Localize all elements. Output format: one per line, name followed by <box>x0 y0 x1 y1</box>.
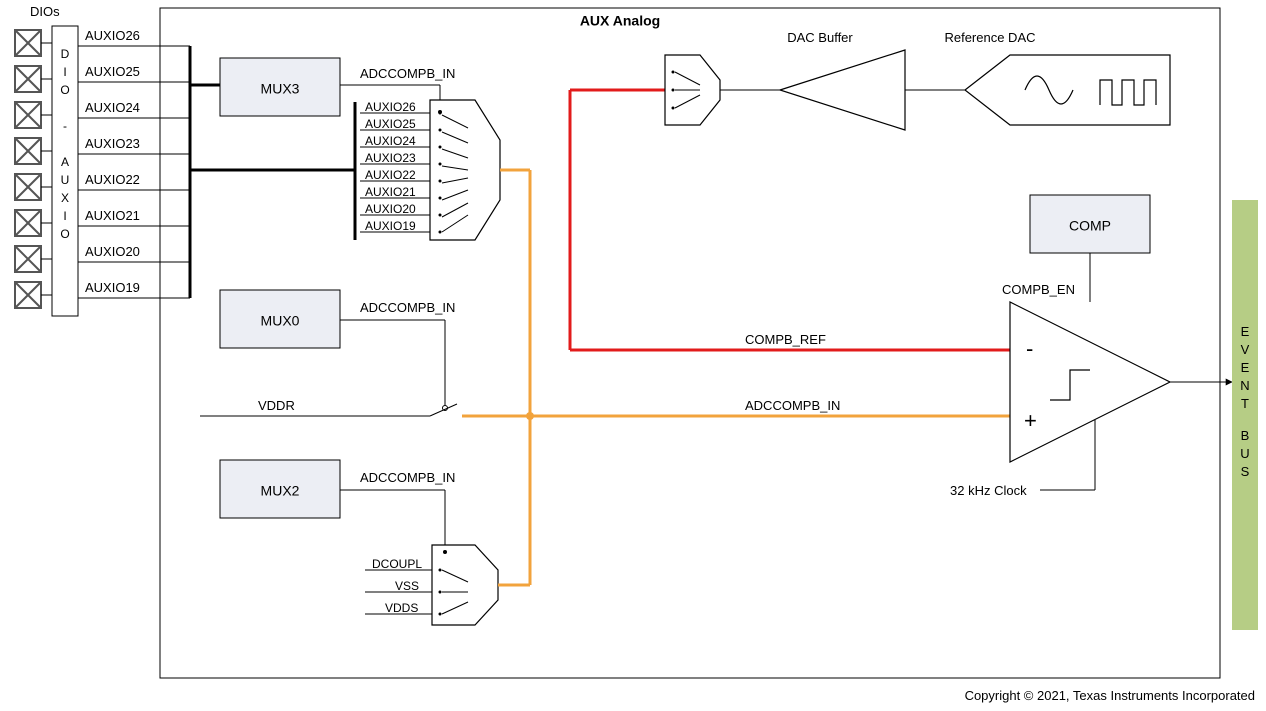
dac-buffer-icon <box>780 50 905 130</box>
adccompb-in-net-label: ADCCOMPB_IN <box>745 398 840 413</box>
svg-text:T: T <box>1241 396 1249 411</box>
svg-text:U: U <box>61 173 70 187</box>
svg-text:AUXIO20: AUXIO20 <box>85 244 140 259</box>
svg-text:AUXIO24: AUXIO24 <box>365 134 416 148</box>
svg-text:O: O <box>60 227 69 241</box>
svg-text:+: + <box>1024 408 1037 433</box>
svg-text:N: N <box>1240 378 1249 393</box>
svg-text:E: E <box>1241 360 1250 375</box>
dio-pads <box>15 30 41 308</box>
dac-buffer-label: DAC Buffer <box>787 30 853 45</box>
vddr-label: VDDR <box>258 398 295 413</box>
aux-analog-diagram: DIOs <box>0 0 1266 711</box>
mux3-label: MUX3 <box>261 81 300 97</box>
dios-label: DIOs <box>30 4 60 19</box>
svg-text:AUXIO19: AUXIO19 <box>365 219 416 233</box>
mux0-net-label: ADCCOMPB_IN <box>360 300 455 315</box>
svg-text:AUXIO25: AUXIO25 <box>365 117 416 131</box>
svg-text:AUXIO24: AUXIO24 <box>85 100 140 115</box>
reference-dac-label: Reference DAC <box>944 30 1035 45</box>
svg-text:AUXIO23: AUXIO23 <box>365 151 416 165</box>
comparator: - + <box>1010 302 1170 462</box>
compb-ref-net <box>570 90 1010 350</box>
svg-text:I: I <box>63 65 66 79</box>
svg-text:X: X <box>61 191 69 205</box>
svg-text:V: V <box>1241 342 1250 357</box>
event-bus <box>1232 200 1258 630</box>
svg-text:-: - <box>63 119 67 133</box>
big-mux: AUXIO26 AUXIO25 AUXIO24 AUXIO23 AUXIO22 … <box>360 100 500 240</box>
svg-text:VDDS: VDDS <box>385 601 418 615</box>
svg-text:AUXIO23: AUXIO23 <box>85 136 140 151</box>
compb-ref-label: COMPB_REF <box>745 332 826 347</box>
svg-text:-: - <box>1026 336 1033 361</box>
copyright-text: Copyright © 2021, Texas Instruments Inco… <box>965 688 1255 703</box>
dac-mux <box>665 55 720 125</box>
mux2-label: MUX2 <box>261 483 300 499</box>
svg-text:S: S <box>1241 464 1250 479</box>
svg-text:AUXIO25: AUXIO25 <box>85 64 140 79</box>
svg-text:AUXIO26: AUXIO26 <box>365 100 416 114</box>
event-bus-label: E V E N T B U S <box>1240 324 1249 479</box>
aux-analog-title: AUX Analog <box>580 13 660 29</box>
svg-text:A: A <box>61 155 69 169</box>
svg-text:AUXIO22: AUXIO22 <box>365 168 416 182</box>
adccompb-in-net <box>498 170 1010 585</box>
svg-text:B: B <box>1241 428 1250 443</box>
svg-text:E: E <box>1241 324 1250 339</box>
svg-text:D: D <box>61 47 70 61</box>
svg-text:AUXIO21: AUXIO21 <box>365 185 416 199</box>
reference-dac-icon <box>965 55 1170 125</box>
auxio-net-labels: AUXIO26 AUXIO25 AUXIO24 AUXIO23 AUXIO22 … <box>85 28 140 295</box>
svg-text:AUXIO19: AUXIO19 <box>85 280 140 295</box>
svg-text:O: O <box>60 83 69 97</box>
comp-label: COMP <box>1069 218 1111 234</box>
svg-text:AUXIO22: AUXIO22 <box>85 172 140 187</box>
mux2-trapezoid: DCOUPL VSS VDDS <box>365 545 498 625</box>
mux3-net-label: ADCCOMPB_IN <box>360 66 455 81</box>
mux2-net-label: ADCCOMPB_IN <box>360 470 455 485</box>
compb-en-label: COMPB_EN <box>1002 282 1075 297</box>
svg-text:AUXIO26: AUXIO26 <box>85 28 140 43</box>
svg-text:DCOUPL: DCOUPL <box>372 557 422 571</box>
svg-text:AUXIO20: AUXIO20 <box>365 202 416 216</box>
svg-text:AUXIO21: AUXIO21 <box>85 208 140 223</box>
clk-label: 32 kHz Clock <box>950 483 1027 498</box>
svg-text:VSS: VSS <box>395 579 419 593</box>
svg-text:I: I <box>63 209 66 223</box>
mux0-label: MUX0 <box>261 313 300 329</box>
svg-text:U: U <box>1240 446 1249 461</box>
